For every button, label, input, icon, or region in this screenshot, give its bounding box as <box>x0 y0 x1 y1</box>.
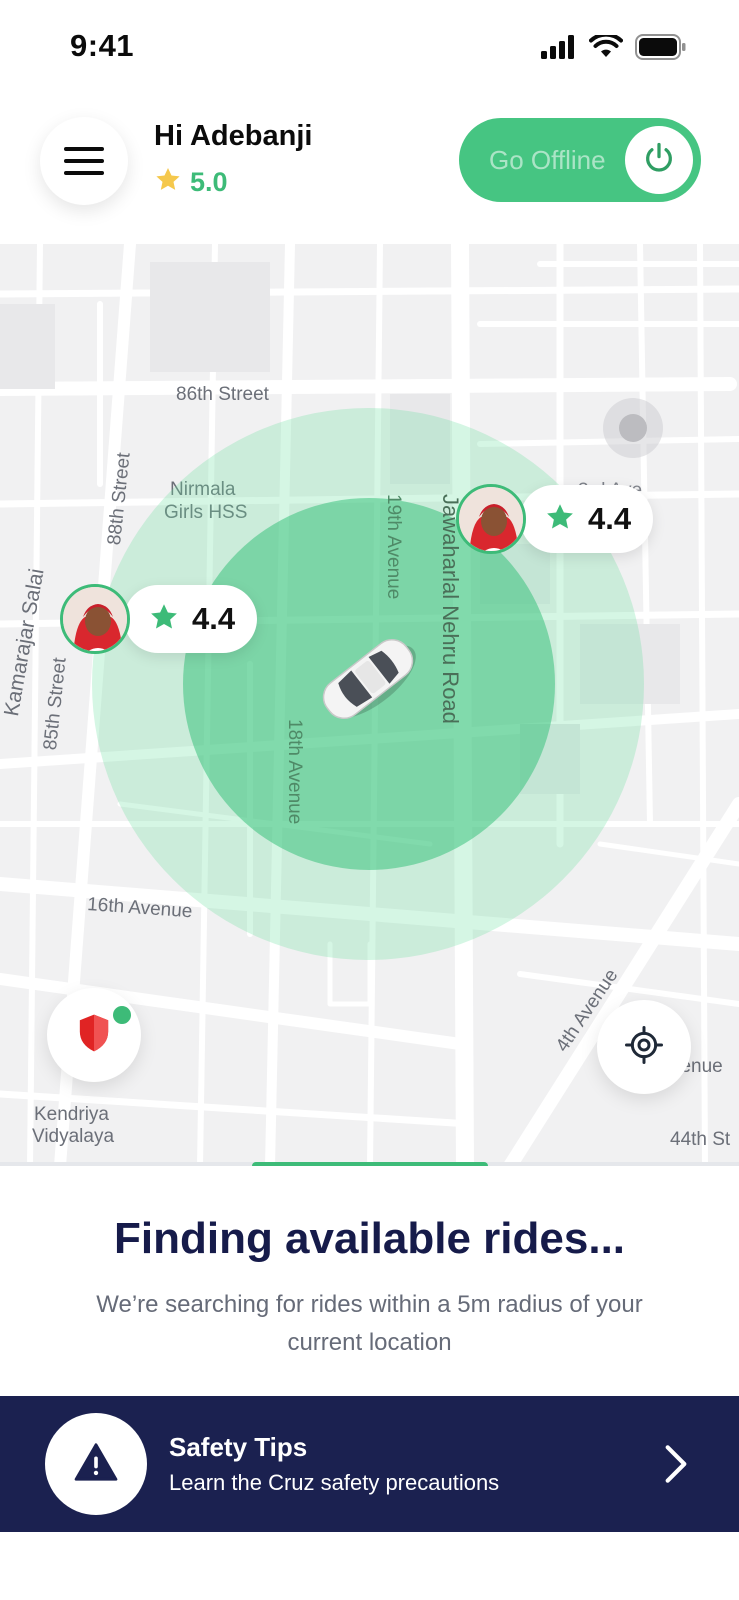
gps-dot <box>603 398 663 458</box>
rating-badge: 4.4 <box>124 585 258 653</box>
signal-icon <box>541 35 577 64</box>
street-label-18th-avenue: 18th Avenue <box>284 719 305 825</box>
locate-me-button[interactable] <box>597 1000 691 1094</box>
driver-rating: 5.0 <box>154 166 228 198</box>
avatar <box>456 484 526 554</box>
locate-icon <box>624 1025 664 1070</box>
rating-badge: 4.4 <box>520 485 654 553</box>
avatar <box>60 584 130 654</box>
wifi-icon <box>589 32 623 64</box>
safety-status-dot <box>111 1004 133 1026</box>
driver-rating-value: 4.4 <box>192 601 236 636</box>
rating-value: 5.0 <box>190 166 228 197</box>
finding-rides-subtitle: We’re searching for rides within a 5m ra… <box>96 1291 643 1356</box>
street-label-44th: 44th St <box>670 1129 731 1150</box>
nearby-driver-pin[interactable]: 4.4 <box>60 584 258 654</box>
star-icon <box>154 166 182 198</box>
power-icon <box>642 141 676 180</box>
warning-icon <box>74 1442 118 1487</box>
place-label-kendriya: Kendriya <box>34 1104 109 1125</box>
safety-tips-subtitle: Learn the Cruz safety precautions <box>169 1470 500 1495</box>
power-knob[interactable] <box>625 126 693 194</box>
shield-icon <box>77 1013 111 1058</box>
safety-tips-icon-circle <box>45 1413 147 1515</box>
car-icon <box>308 624 428 739</box>
status-bar: 9:41 <box>0 0 739 96</box>
status-time: 9:41 <box>70 28 135 63</box>
driver-rating-value: 4.4 <box>588 501 632 536</box>
menu-icon <box>64 147 104 151</box>
battery-icon <box>635 34 687 65</box>
star-icon <box>148 602 180 637</box>
menu-button[interactable] <box>40 117 128 205</box>
star-icon <box>544 502 576 537</box>
safety-tips-banner[interactable]: Safety Tips Learn the Cruz safety precau… <box>0 1396 739 1532</box>
safety-tips-title: Safety Tips <box>169 1432 308 1462</box>
chevron-right-icon[interactable] <box>656 1440 696 1488</box>
street-label-19th-avenue: 19th Avenue <box>383 494 404 600</box>
nearby-driver-pin[interactable]: 4.4 <box>456 484 654 554</box>
place-label-vidyalaya: Vidyalaya <box>32 1126 115 1147</box>
greeting-text: Hi Adebanji <box>154 120 313 152</box>
street-label-86th: 86th Street <box>176 384 269 405</box>
safety-shield-button[interactable] <box>47 988 141 1082</box>
status-icons <box>541 32 687 65</box>
go-offline-label: Go Offline <box>489 144 606 175</box>
finding-rides-title: Finding available rides... <box>113 1214 626 1263</box>
go-offline-toggle[interactable]: Go Offline <box>459 118 701 202</box>
